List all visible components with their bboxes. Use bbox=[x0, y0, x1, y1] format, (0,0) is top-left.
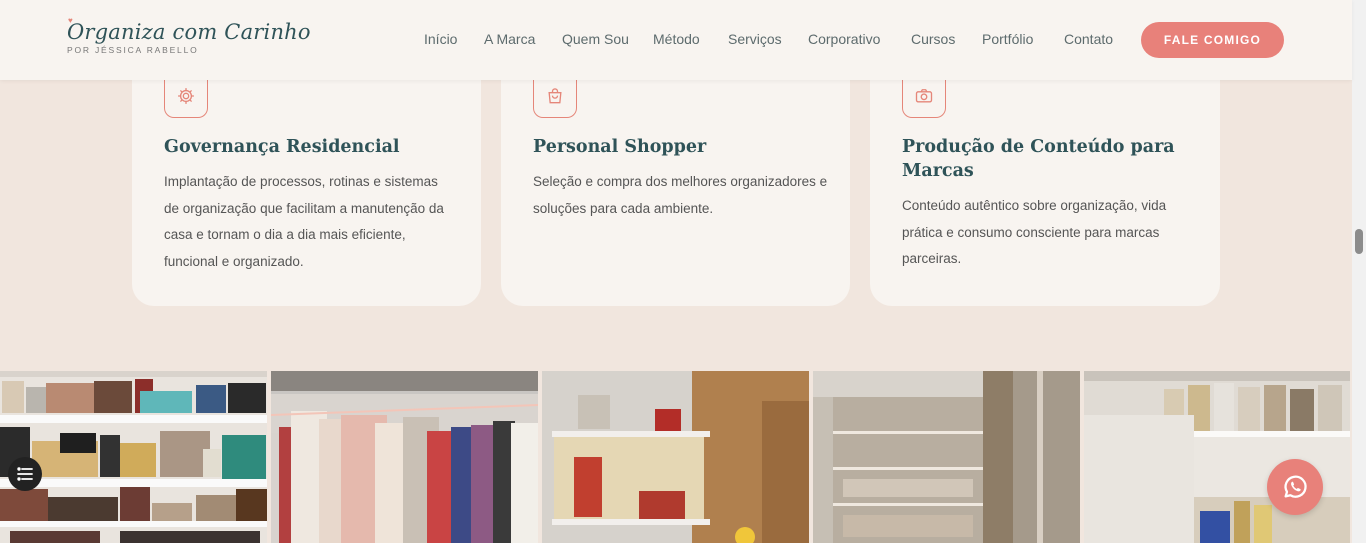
portfolio-photo-closet-bags[interactable] bbox=[0, 371, 267, 543]
whatsapp-icon[interactable] bbox=[1267, 459, 1323, 515]
scrollbar-track[interactable] bbox=[1352, 0, 1366, 543]
service-title: Personal Shopper bbox=[533, 137, 707, 157]
service-description: Seleção e compra dos melhores organizado… bbox=[533, 174, 828, 216]
nav-item-a-marca[interactable]: A Marca bbox=[484, 31, 535, 47]
service-title: Produção de Conteúdo para Marcas bbox=[902, 137, 1175, 181]
gear-icon bbox=[164, 74, 208, 118]
service-title: Governança Residencial bbox=[164, 137, 400, 157]
portfolio-photo-kitchen-shelves[interactable] bbox=[542, 371, 809, 543]
menu-toggle-icon[interactable] bbox=[8, 457, 42, 491]
logo-subtitle: POR JÉSSICA RABELLO bbox=[67, 45, 199, 55]
nav-item-portfolio[interactable]: Portfólio bbox=[982, 31, 1033, 47]
camera-icon bbox=[902, 74, 946, 118]
heart-icon: ♥ bbox=[68, 16, 73, 25]
scrollbar-thumb[interactable] bbox=[1355, 229, 1363, 254]
shopping-bag-icon bbox=[533, 74, 577, 118]
nav-item-corporativo[interactable]: Corporativo bbox=[808, 31, 880, 47]
nav-item-quem-sou[interactable]: Quem Sou bbox=[562, 31, 629, 47]
nav-item-inicio[interactable]: Início bbox=[424, 31, 457, 47]
logo-title: Organiza com Carinho bbox=[67, 20, 311, 44]
nav-item-contato[interactable]: Contato bbox=[1064, 31, 1113, 47]
service-description: Conteúdo autêntico sobre organização, vi… bbox=[902, 198, 1167, 266]
portfolio-photo-kids-clothes[interactable] bbox=[271, 371, 538, 543]
portfolio-photo-pantry-jars[interactable] bbox=[1084, 371, 1350, 543]
site-header: ♥ Organiza com Carinho POR JÉSSICA RABEL… bbox=[0, 0, 1352, 80]
nav-item-servicos[interactable]: Serviços bbox=[728, 31, 782, 47]
nav-item-cursos[interactable]: Cursos bbox=[911, 31, 955, 47]
portfolio-photo-pantry-cabinet[interactable] bbox=[813, 371, 1080, 543]
contact-button[interactable]: FALE COMIGO bbox=[1141, 22, 1284, 58]
service-description: Implantação de processos, rotinas e sist… bbox=[164, 174, 444, 269]
logo[interactable]: ♥ Organiza com Carinho POR JÉSSICA RABEL… bbox=[67, 16, 311, 56]
nav-item-metodo[interactable]: Método bbox=[653, 31, 700, 47]
